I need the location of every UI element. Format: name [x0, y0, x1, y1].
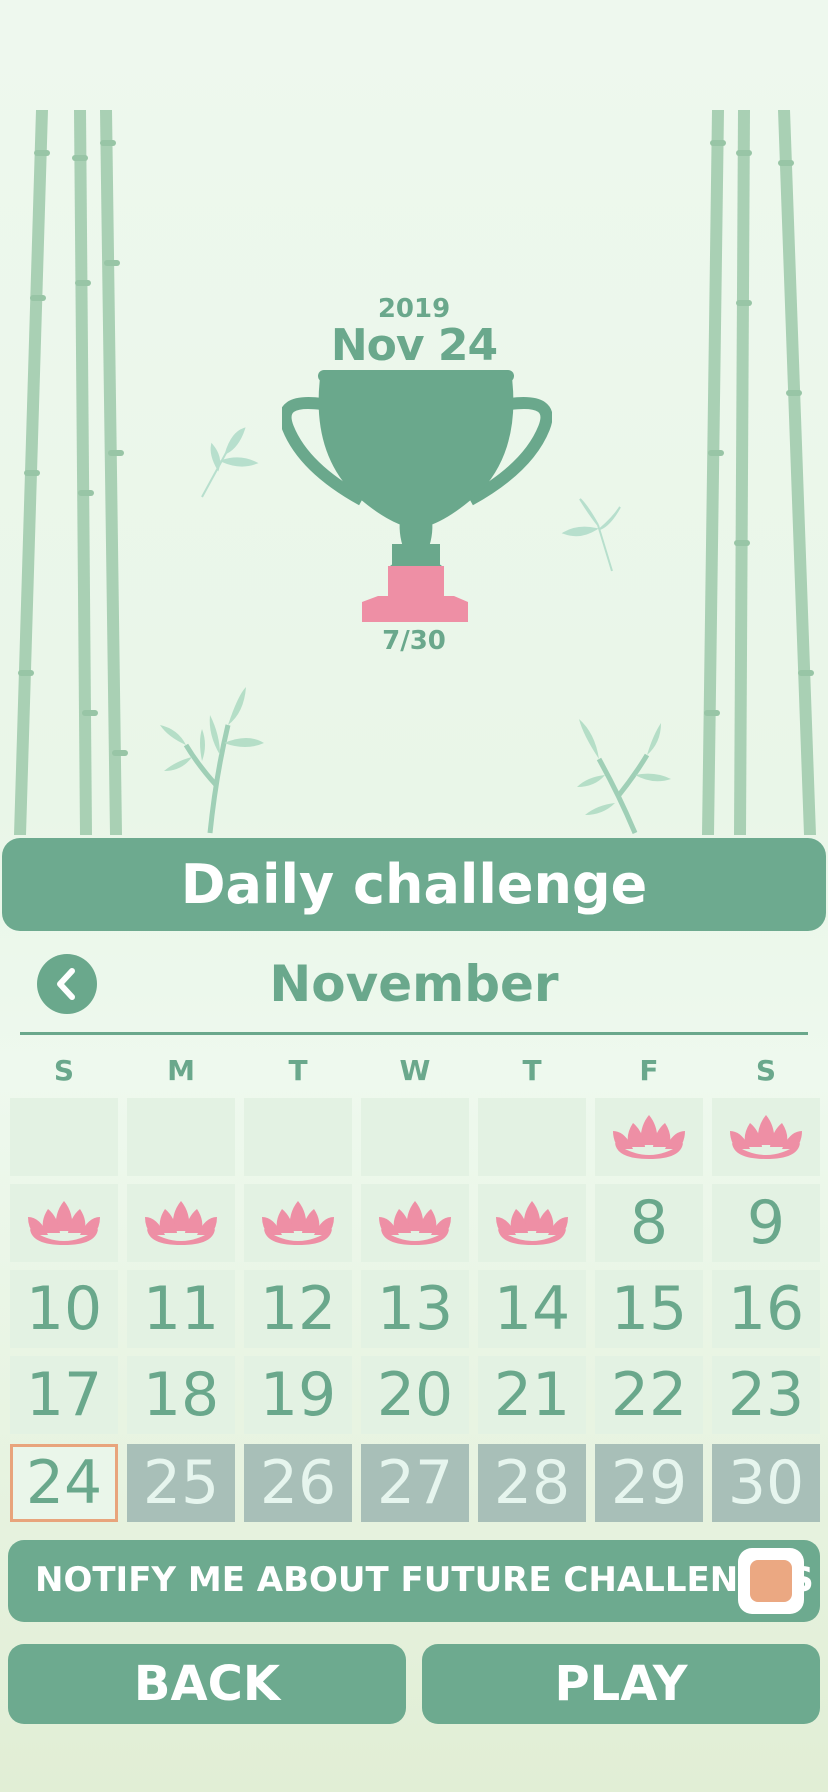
calendar-day [244, 1098, 352, 1176]
calendar-day[interactable] [10, 1184, 118, 1262]
calendar-day-number: 19 [259, 1360, 337, 1430]
weekday-label: S [53, 1054, 75, 1087]
calendar-day-number: 14 [493, 1274, 571, 1344]
plant-decoration [577, 719, 671, 834]
calendar-day[interactable]: 21 [478, 1356, 586, 1434]
weekday-label: M [167, 1054, 195, 1087]
weekday-label: S [755, 1054, 777, 1087]
calendar-day: 25 [127, 1444, 235, 1522]
weekday-label: T [522, 1054, 542, 1087]
calendar-day-number: 27 [376, 1448, 454, 1518]
calendar-day-today[interactable]: 24 [10, 1444, 118, 1522]
bamboo-right-decoration [702, 110, 816, 835]
month-title: November [269, 955, 559, 1013]
trophy-progress: 7/30 [382, 626, 446, 656]
calendar-day[interactable]: 23 [712, 1356, 820, 1434]
calendar-day[interactable]: 13 [361, 1270, 469, 1348]
leaf-decoration [561, 498, 621, 572]
calendar-day[interactable]: 14 [478, 1270, 586, 1348]
notify-label: NOTIFY ME ABOUT FUTURE CHALLENGES [35, 1560, 814, 1600]
calendar-day[interactable]: 16 [712, 1270, 820, 1348]
calendar-day-number: 25 [142, 1448, 220, 1518]
play-button[interactable]: PLAY [422, 1644, 820, 1724]
lotus-icon [728, 1113, 804, 1161]
calendar-day-number: 20 [376, 1360, 454, 1430]
calendar-day: 29 [595, 1444, 703, 1522]
plant-decoration [160, 687, 264, 834]
calendar-day[interactable] [127, 1184, 235, 1262]
calendar-day-number: 12 [259, 1274, 337, 1344]
calendar-day-number: 26 [259, 1448, 337, 1518]
calendar-day-number: 11 [142, 1274, 220, 1344]
calendar-day-number: 23 [727, 1360, 805, 1430]
calendar-day[interactable]: 12 [244, 1270, 352, 1348]
page-title: Daily challenge [2, 838, 826, 931]
leaf-decoration [201, 427, 259, 498]
checkbox-checked-indicator [750, 1560, 792, 1602]
weekday-label: T [288, 1054, 308, 1087]
calendar-day-number: 30 [727, 1448, 805, 1518]
calendar-day[interactable]: 8 [595, 1184, 703, 1262]
notify-checkbox[interactable] [738, 1548, 804, 1614]
calendar-day: 26 [244, 1444, 352, 1522]
month-divider [20, 1032, 808, 1035]
lotus-icon [494, 1199, 570, 1247]
calendar-day[interactable]: 10 [10, 1270, 118, 1348]
calendar-day-number: 24 [25, 1448, 103, 1518]
calendar-day [10, 1098, 118, 1176]
calendar-day[interactable]: 15 [595, 1270, 703, 1348]
calendar-day-number: 8 [629, 1188, 669, 1258]
calendar-day-number: 10 [25, 1274, 103, 1344]
calendar-day-number: 17 [25, 1360, 103, 1430]
bamboo-left-decoration [14, 110, 128, 835]
calendar-day-number: 22 [610, 1360, 688, 1430]
calendar-day[interactable]: 19 [244, 1356, 352, 1434]
calendar-day[interactable]: 9 [712, 1184, 820, 1262]
trophy-icon [282, 370, 552, 622]
calendar-day[interactable] [712, 1098, 820, 1176]
calendar-day-number: 9 [746, 1188, 786, 1258]
calendar-day[interactable]: 20 [361, 1356, 469, 1434]
calendar-day-number: 28 [493, 1448, 571, 1518]
calendar-day[interactable] [595, 1098, 703, 1176]
calendar-day: 27 [361, 1444, 469, 1522]
calendar-day-number: 13 [376, 1274, 454, 1344]
calendar-day[interactable] [361, 1184, 469, 1262]
lotus-icon [143, 1199, 219, 1247]
lotus-icon [260, 1199, 336, 1247]
lotus-icon [611, 1113, 687, 1161]
calendar-day[interactable]: 17 [10, 1356, 118, 1434]
calendar-day-number: 29 [610, 1448, 688, 1518]
trophy-date: Nov 24 [330, 320, 498, 371]
calendar-day[interactable] [244, 1184, 352, 1262]
calendar-day[interactable] [478, 1184, 586, 1262]
calendar-day[interactable]: 22 [595, 1356, 703, 1434]
calendar-day [127, 1098, 235, 1176]
calendar-day[interactable]: 18 [127, 1356, 235, 1434]
calendar-day-number: 18 [142, 1360, 220, 1430]
calendar-day-number: 21 [493, 1360, 571, 1430]
calendar-day-number: 16 [727, 1274, 805, 1344]
calendar-day [361, 1098, 469, 1176]
calendar-day [478, 1098, 586, 1176]
weekday-label: W [399, 1054, 431, 1087]
lotus-icon [377, 1199, 453, 1247]
calendar-day: 30 [712, 1444, 820, 1522]
weekday-label: F [639, 1054, 659, 1087]
calendar-day: 28 [478, 1444, 586, 1522]
calendar-day-number: 15 [610, 1274, 688, 1344]
lotus-icon [26, 1199, 102, 1247]
calendar-day[interactable]: 11 [127, 1270, 235, 1348]
back-button[interactable]: BACK [8, 1644, 406, 1724]
